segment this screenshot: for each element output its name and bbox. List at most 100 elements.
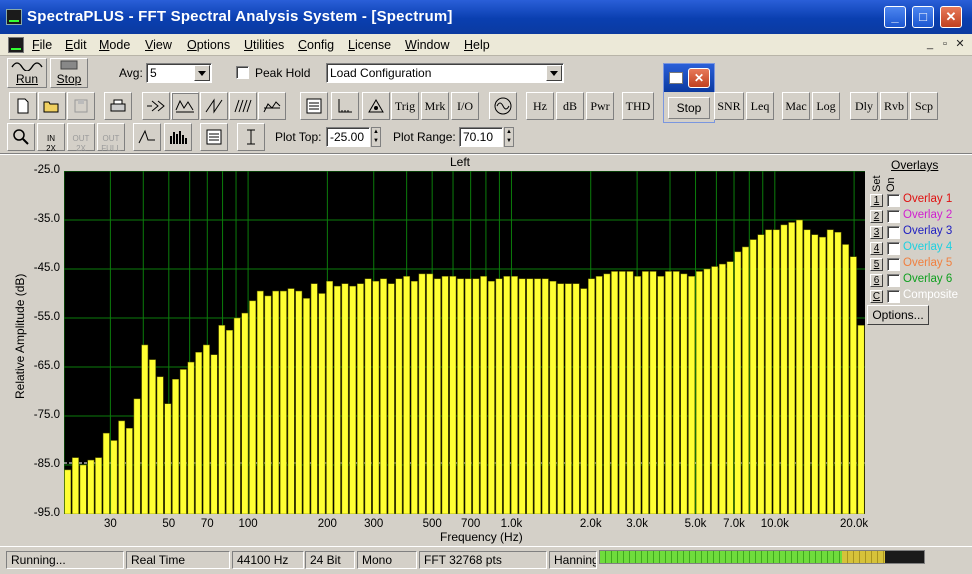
settings-panel-icon[interactable] <box>300 92 328 120</box>
set-column-header: Set <box>871 175 883 192</box>
zoom-icon[interactable] <box>7 123 35 151</box>
delay-button[interactable]: Dly <box>850 92 878 120</box>
scaling-icon[interactable] <box>331 92 359 120</box>
chevron-down-icon[interactable] <box>194 65 210 81</box>
mdi-minimize-button[interactable]: _ <box>923 38 937 51</box>
mdi-restore-button[interactable]: ▫ <box>938 38 952 51</box>
menu-edit[interactable]: Edit <box>65 38 87 52</box>
calibrate-icon[interactable] <box>489 92 517 120</box>
3d-surface-icon[interactable] <box>229 92 257 120</box>
spectrum-chart[interactable] <box>64 171 865 514</box>
floating-stop-button[interactable]: Stop <box>668 97 710 119</box>
menu-config[interactable]: Config <box>298 38 334 52</box>
overlay-on-checkbox[interactable] <box>887 274 900 287</box>
maximize-button[interactable]: □ <box>912 6 934 28</box>
menu-view[interactable]: View <box>145 38 172 52</box>
scope-button[interactable]: Scp <box>910 92 938 120</box>
run-button[interactable]: Run <box>7 58 47 88</box>
spectrum-bar <box>256 290 264 514</box>
pwr-button[interactable]: Pwr <box>586 92 614 120</box>
menu-window[interactable]: Window <box>405 38 449 52</box>
overlay-options-button[interactable]: Options... <box>867 305 929 325</box>
overlay-set-button[interactable]: 1 <box>870 194 883 207</box>
reverb-button[interactable]: Rvb <box>880 92 908 120</box>
menu-options[interactable]: Options <box>187 38 230 52</box>
signal-generator-icon[interactable] <box>362 92 390 120</box>
spectrum-icon[interactable] <box>171 92 199 120</box>
overlay-set-button[interactable]: 2 <box>870 210 883 223</box>
scale-adjust-icon[interactable] <box>237 123 265 151</box>
y-tick-label: -25.0 <box>33 164 60 176</box>
plot-top-spinner[interactable]: ▲ ▼ <box>371 127 381 147</box>
trigger-button[interactable]: Trig <box>391 92 419 120</box>
log-button[interactable]: Log <box>812 92 840 120</box>
minimize-button[interactable]: _ <box>884 6 906 28</box>
x-tick-label: 10.0k <box>760 518 789 530</box>
print-icon[interactable] <box>104 92 132 120</box>
overlay-on-checkbox[interactable] <box>887 242 900 255</box>
spectrum-bar <box>249 300 256 514</box>
overlay-set-button[interactable]: 4 <box>870 242 883 255</box>
menu-help[interactable]: Help <box>464 38 490 52</box>
spectrum-bar <box>449 276 457 514</box>
menu-utilities[interactable]: Utilities <box>244 38 284 52</box>
app-icon[interactable] <box>6 9 22 25</box>
plot-top-input[interactable]: -25.00 <box>326 127 370 147</box>
stop-button[interactable]: Stop <box>50 58 88 88</box>
configuration-value: Load Configuration <box>330 66 432 80</box>
chevron-down-icon[interactable] <box>546 65 562 81</box>
hz-button[interactable]: Hz <box>526 92 554 120</box>
spectrum-bar <box>72 457 79 514</box>
overlay-on-checkbox[interactable] <box>887 194 900 207</box>
time-series-icon[interactable] <box>200 92 228 120</box>
overlay-set-button[interactable]: 5 <box>870 258 883 271</box>
filter-icon[interactable] <box>142 92 170 120</box>
overlay-on-checkbox[interactable] <box>887 258 900 271</box>
db-button[interactable]: dB <box>556 92 584 120</box>
zoom-out-2x-icon[interactable]: OUT 2X <box>67 123 95 153</box>
overlay-on-checkbox[interactable] <box>887 210 900 223</box>
marker-button[interactable]: Mrk <box>421 92 449 120</box>
thd-button[interactable]: THD <box>622 92 654 120</box>
menu-file[interactable]: File <box>32 38 52 52</box>
open-icon[interactable] <box>38 92 66 120</box>
bar-plot-icon[interactable] <box>164 123 192 151</box>
peak-hold-checkbox[interactable] <box>236 66 249 79</box>
menu-license[interactable]: License <box>348 38 391 52</box>
leq-button[interactable]: Leq <box>746 92 774 120</box>
overlays-title: Overlays <box>891 158 939 172</box>
io-button[interactable]: I/O <box>451 92 479 120</box>
floating-control-window: ✕ Stop <box>663 63 715 123</box>
menu-mode[interactable]: Mode <box>99 38 130 52</box>
overlay-set-button[interactable]: 6 <box>870 274 883 287</box>
overlay-on-checkbox[interactable] <box>887 290 900 303</box>
plot-range-spinner[interactable]: ▲ ▼ <box>504 127 514 147</box>
mdi-close-button[interactable]: ✕ <box>953 38 967 51</box>
save-icon[interactable] <box>67 92 95 120</box>
spectrum-bar <box>526 278 534 514</box>
macro-button[interactable]: Mac <box>782 92 810 120</box>
new-icon[interactable] <box>9 92 37 120</box>
floating-close-button[interactable]: ✕ <box>688 68 710 88</box>
close-button[interactable]: ✕ <box>940 6 962 28</box>
overlay-set-button[interactable]: 3 <box>870 226 883 239</box>
zoom-in-2x-icon[interactable]: IN 2X <box>37 123 65 153</box>
overlay-on-checkbox[interactable] <box>887 226 900 239</box>
spectrum-bar <box>572 283 580 514</box>
status-state: Running... <box>6 551 124 569</box>
x-tick-label: 700 <box>461 518 481 530</box>
line-plot-icon[interactable] <box>133 123 161 151</box>
overlay-set-button[interactable]: C <box>870 290 883 303</box>
snr-button[interactable]: SNR <box>714 92 744 120</box>
zoom-full-icon[interactable]: OUT FULL <box>97 123 125 153</box>
spectrogram-icon[interactable] <box>258 92 286 120</box>
configuration-select[interactable]: Load Configuration <box>326 63 564 83</box>
avg-select[interactable]: 5 <box>146 63 212 83</box>
x-tick-label: 20.0k <box>840 518 869 530</box>
spectrum-bar <box>125 428 133 514</box>
plot-range-input[interactable]: 70.10 <box>459 127 503 147</box>
spectrum-bar <box>418 273 426 514</box>
document-icon[interactable] <box>8 37 24 53</box>
stop-icon <box>60 60 78 70</box>
plot-properties-icon[interactable] <box>200 123 228 151</box>
